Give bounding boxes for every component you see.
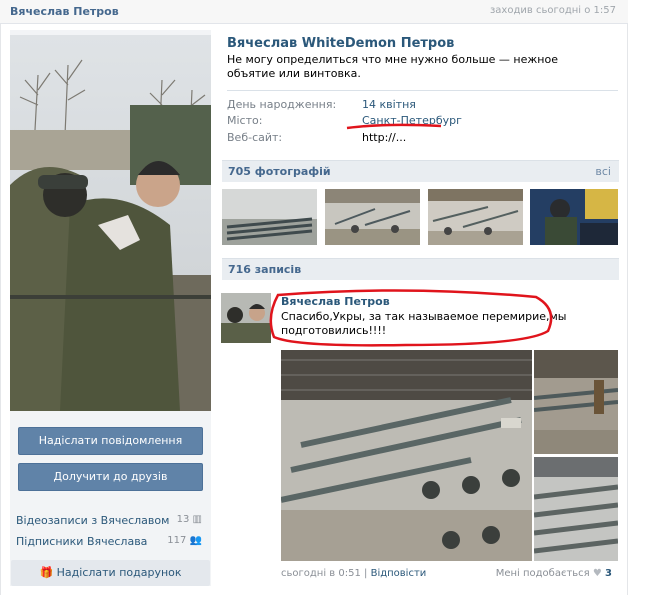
annotation-underline bbox=[346, 123, 442, 130]
birthday-value[interactable]: 14 квітня bbox=[362, 98, 416, 111]
photo-thumbnail[interactable] bbox=[222, 189, 317, 245]
wall-title[interactable]: 716 записів bbox=[228, 263, 301, 276]
video-icon: ▥ bbox=[192, 514, 202, 525]
heart-icon: ♥ bbox=[592, 568, 602, 579]
post-time[interactable]: сьогодні в 0:51 bbox=[281, 568, 361, 579]
gift-icon: 🎁 bbox=[39, 566, 54, 579]
header-user-name[interactable]: Вячеслав Петров bbox=[10, 5, 119, 18]
post-author-avatar[interactable] bbox=[221, 293, 271, 343]
photos-section-header[interactable]: 705 фотографій всі bbox=[222, 160, 619, 182]
website-label: Веб-сайт: bbox=[227, 131, 283, 144]
subscribers-count: 117 👥 bbox=[167, 535, 202, 546]
add-friend-button[interactable]: Долучити до друзів bbox=[18, 463, 203, 491]
city-label: Місто: bbox=[227, 114, 263, 127]
send-message-button[interactable]: Надіслати повідомлення bbox=[18, 427, 203, 455]
reply-link[interactable]: Відповісти bbox=[371, 568, 427, 579]
birthday-label: День народження: bbox=[227, 98, 337, 111]
wall-section-header[interactable]: 716 записів bbox=[222, 258, 619, 280]
like-label: Мені подобається bbox=[495, 568, 590, 579]
photos-all-link[interactable]: всі bbox=[595, 165, 611, 178]
post-photo-main[interactable] bbox=[281, 350, 532, 561]
people-icon: 👥 bbox=[189, 535, 202, 546]
gift-label: Надіслати подарунок bbox=[56, 566, 182, 579]
photo-thumbnail[interactable] bbox=[428, 189, 523, 245]
videos-label[interactable]: Відеозаписи з Вячеславом bbox=[16, 514, 169, 527]
profile-full-name: Вячеслав WhiteDemon Петров bbox=[227, 36, 455, 51]
post-photo-side-top[interactable] bbox=[534, 350, 618, 454]
profile-header-bar: Вячеслав Петров заходив сьогодні о 1:57 bbox=[0, 0, 628, 24]
subscribers-link[interactable]: Підписники Вячеслава 117 👥 bbox=[16, 535, 206, 548]
subscribers-label[interactable]: Підписники Вячеслава bbox=[16, 535, 147, 548]
like-count: 3 bbox=[605, 568, 612, 579]
annotation-circle bbox=[269, 289, 553, 347]
profile-status[interactable]: Не могу определиться что мне нужно больш… bbox=[227, 53, 607, 81]
videos-count-value: 13 bbox=[176, 514, 190, 525]
info-divider bbox=[227, 90, 618, 91]
profile-photo[interactable] bbox=[10, 35, 211, 411]
videos-link[interactable]: Відеозаписи з Вячеславом 13 ▥ bbox=[16, 514, 206, 527]
post-meta: сьогодні в 0:51 | Відповісти Мені подоба… bbox=[281, 568, 614, 579]
photo-thumbnail[interactable] bbox=[530, 189, 625, 245]
subscribers-count-value: 117 bbox=[167, 535, 187, 546]
post-meta-separator: | bbox=[364, 568, 368, 579]
photos-title[interactable]: 705 фотографій bbox=[228, 165, 331, 178]
videos-count: 13 ▥ bbox=[177, 514, 202, 525]
post-photo-side-bottom[interactable] bbox=[534, 457, 618, 561]
like-button[interactable]: Мені подобається ♥ 3 bbox=[496, 568, 612, 579]
photo-thumbnail[interactable] bbox=[325, 189, 420, 245]
online-status: заходив сьогодні о 1:57 bbox=[489, 5, 616, 16]
send-gift-button[interactable]: 🎁 Надіслати подарунок bbox=[11, 560, 210, 586]
